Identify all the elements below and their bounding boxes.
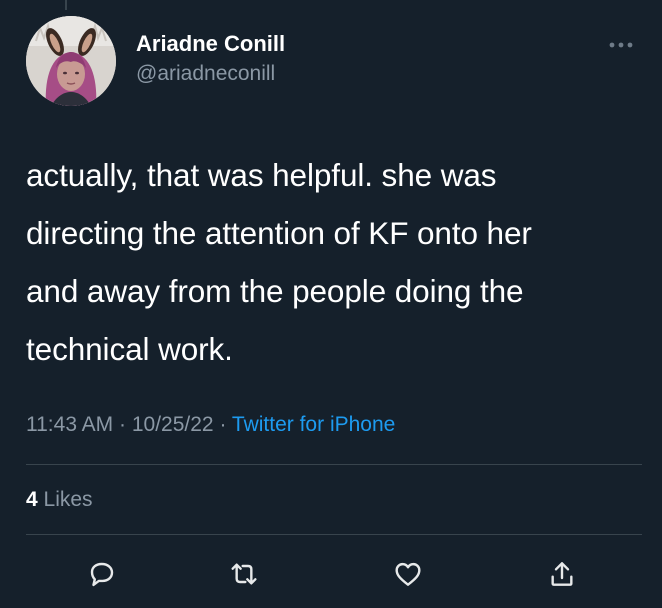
avatar[interactable] [26, 16, 116, 106]
likes-count: 4 [26, 488, 38, 511]
divider [26, 534, 642, 535]
avatar-image [26, 16, 116, 106]
share-icon [551, 562, 573, 586]
tweet-text: actually, that was helpful. she was dire… [26, 157, 532, 367]
tweet-metadata: 11:43 AM · 10/25/22 · Twitter for iPhone [26, 410, 395, 440]
reply-button[interactable] [84, 556, 120, 592]
likes-count-link[interactable]: 4 Likes [26, 486, 93, 514]
meta-separator: · [219, 413, 227, 436]
tweet-date[interactable]: 10/25/22 [132, 413, 214, 436]
more-options-icon[interactable] [608, 38, 634, 50]
author-display-name[interactable]: Ariadne Conill [136, 30, 285, 58]
retweet-button[interactable] [226, 556, 262, 592]
reply-icon [90, 562, 114, 587]
thread-connector-line [65, 0, 67, 10]
retweet-icon [231, 563, 257, 585]
tweet-time[interactable]: 11:43 AM [26, 413, 113, 436]
tweet-source-link[interactable]: Twitter for iPhone [232, 413, 395, 436]
like-button[interactable] [390, 556, 426, 592]
likes-label: Likes [43, 488, 93, 511]
tweet-action-bar [0, 556, 662, 592]
share-button[interactable] [544, 556, 580, 592]
heart-icon [395, 562, 421, 586]
meta-separator: · [119, 413, 127, 436]
divider [26, 464, 642, 465]
author-handle[interactable]: @ariadneconill [136, 60, 285, 88]
tweet-header: Ariadne Conill @ariadneconill [26, 16, 638, 106]
